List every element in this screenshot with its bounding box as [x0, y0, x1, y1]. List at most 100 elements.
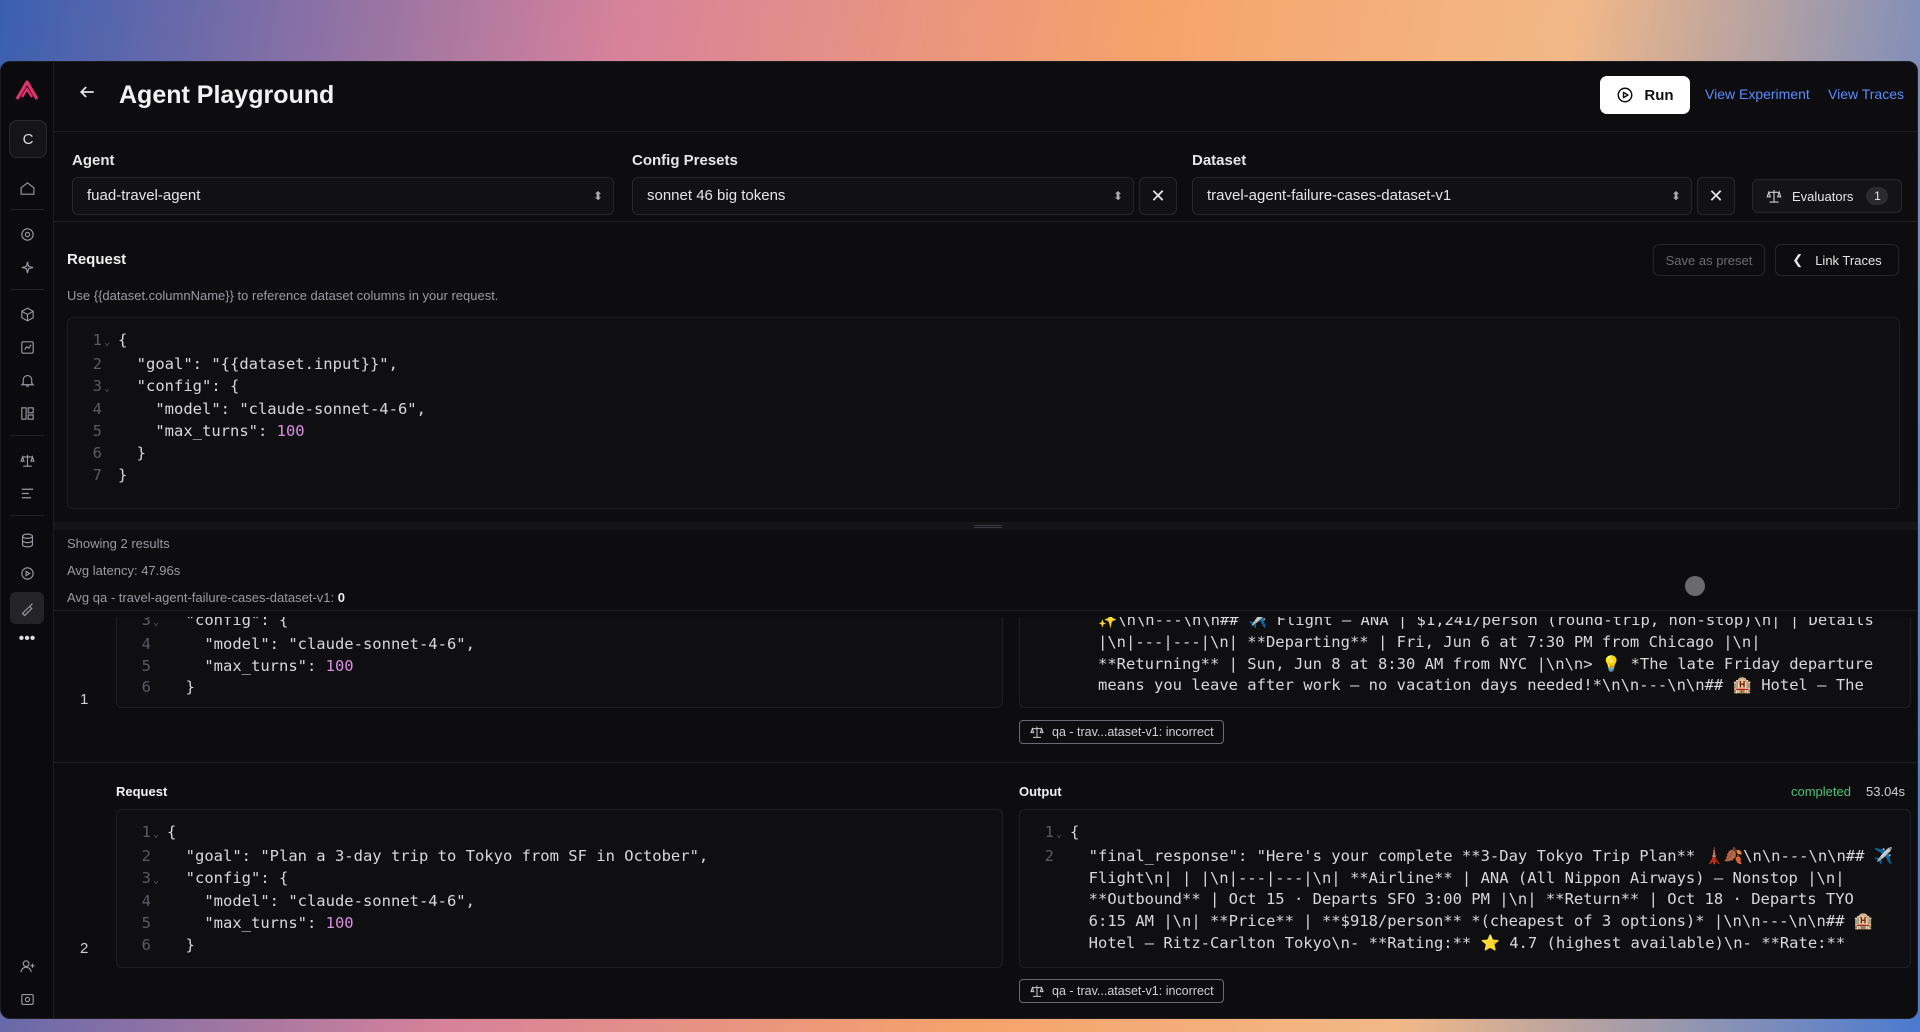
dataset-select[interactable]: travel-agent-failure-cases-dataset-v1 ⬍ [1192, 177, 1692, 215]
code-text: "max_turns": [118, 422, 277, 441]
scale-icon [1766, 190, 1782, 203]
code-line: 5 "max_turns": 100 [117, 656, 1002, 678]
results-count: Showing 2 results [67, 536, 170, 551]
output-line: 1 ⌄{ [1020, 822, 1910, 846]
code-text: "model": "claude-sonnet-4-6", [167, 634, 475, 653]
dashboard-icon[interactable] [15, 401, 39, 425]
code-text: } [167, 935, 195, 954]
observability-icon[interactable] [15, 222, 39, 246]
code-text: } [118, 443, 146, 462]
code-text: "model": "claude-sonnet-4-6", [118, 400, 426, 419]
request-editor[interactable]: 1 ⌄{2 "goal": "{{dataset.input}}", 3 ⌄ "con… [67, 317, 1900, 509]
code-line: 4 "model": "claude-sonnet-4-6", [117, 634, 1002, 656]
output-line: means you leave after work — no vacation… [1098, 676, 1864, 695]
clear-dataset-close-icon[interactable]: ✕ [1697, 177, 1735, 215]
agent-select[interactable]: fuad-travel-agent ⬍ [72, 177, 614, 215]
code-line: 3 ⌄ "config": { [68, 376, 1899, 400]
code-line: 1 ⌄{ [117, 822, 1002, 846]
avg-latency: Avg latency: 47.96s [67, 563, 181, 578]
code-line: 4 "model": "claude-sonnet-4-6", [117, 891, 1002, 913]
list-icon[interactable] [15, 481, 39, 505]
code-line: 7} [68, 465, 1899, 487]
row2-request-editor[interactable]: 1 ⌄{2 "goal": "Plan a 3-day trip to Tokyo… [116, 809, 1003, 968]
code-line: 2 "goal": "{{dataset.input}}", [68, 354, 1899, 376]
row1-request-editor[interactable]: 3 ⌄ "config": {4 "model": "claude-sonnet-… [116, 617, 1003, 708]
request-code: 1 ⌄{2 "goal": "{{dataset.input}}", 3 ⌄ "con… [68, 318, 1899, 487]
output-line: 2 "final_response": "Here's your complet… [1020, 846, 1910, 868]
cube-icon[interactable] [15, 302, 39, 326]
output-line: |\n|---|---|\n| **Departing** | Fri, Jun… [1098, 632, 1761, 651]
bell-icon[interactable] [15, 368, 39, 392]
request-hint: Use {{dataset.columnName}} to reference … [67, 288, 499, 303]
main-panel: Agent Playground Run View Experiment Vie… [54, 62, 1917, 1018]
code-text: "config": { [167, 617, 289, 629]
more-icon[interactable]: ••• [15, 627, 39, 651]
code-line: 6 } [117, 935, 1002, 957]
rail-divider [11, 435, 44, 436]
row2-request-code: 1 ⌄{2 "goal": "Plan a 3-day trip to Tokyo… [117, 810, 1002, 957]
settings-icon[interactable] [15, 987, 39, 1011]
output-text: { [1070, 823, 1080, 841]
run-button[interactable]: Run [1600, 76, 1690, 114]
request-section: Request Save as preset ❮ Link Traces Use… [54, 222, 1917, 522]
row1-qa-badge[interactable]: qa - trav...ataset-v1: incorrect [1019, 720, 1224, 744]
code-number: 100 [325, 656, 354, 675]
page-header: Agent Playground Run View Experiment Vie… [54, 62, 1917, 132]
fold-chevron-icon[interactable]: ⌄ [153, 617, 167, 634]
chart-icon[interactable] [15, 335, 39, 359]
fold-chevron-icon[interactable]: ⌄ [104, 332, 118, 354]
code-line: 5 "max_turns": 100 [68, 421, 1899, 443]
code-line: 3 ⌄ "config": { [117, 868, 1002, 892]
home-icon[interactable] [15, 176, 39, 200]
add-user-icon[interactable] [15, 954, 39, 978]
row2-output[interactable]: 1 ⌄{2 "final_response": "Here's your comp… [1019, 809, 1911, 968]
results-list: 1 3 ⌄ "config": {4 "model": "claude-sonne… [54, 617, 1917, 1018]
link-traces-button[interactable]: ❮ Link Traces [1775, 244, 1899, 276]
preset-select[interactable]: sonnet 46 big tokens ⬍ [632, 177, 1134, 215]
line-number: 6 [92, 443, 102, 462]
resize-handle[interactable] [974, 525, 1002, 528]
request-title: Request [67, 251, 127, 268]
dataset-label: Dataset [1192, 152, 1247, 169]
line-number: 4 [141, 892, 151, 911]
row2-qa-badge[interactable]: qa - trav...ataset-v1: incorrect [1019, 979, 1224, 1003]
evaluators-button[interactable]: Evaluators 1 [1752, 179, 1902, 213]
line-number: 3 [141, 868, 151, 887]
logo-icon[interactable] [14, 78, 40, 104]
agent-label: Agent [72, 152, 115, 169]
output-text: "final_response": "Here's your complete … [1070, 846, 1894, 865]
row2-latency: 53.04s [1866, 784, 1906, 799]
fold-chevron-icon[interactable]: ⌄ [104, 378, 118, 400]
row2-output-label: Output [1019, 784, 1062, 799]
fold-chevron-icon[interactable]: ⌄ [153, 824, 167, 846]
row1-output[interactable]: ✨\n\n---\n\n## ✈️ Flight — ANA | $1,241/… [1019, 617, 1911, 708]
row-divider [54, 610, 1917, 611]
line-number: 5 [141, 656, 151, 675]
view-traces-link[interactable]: View Traces [1828, 86, 1904, 102]
org-switcher[interactable]: C [9, 120, 47, 158]
back-arrow-icon[interactable] [77, 82, 103, 108]
updown-chevron-icon: ⬍ [1112, 189, 1123, 203]
rail-divider [11, 515, 44, 516]
database-icon[interactable] [15, 528, 39, 552]
row1-request-code: 3 ⌄ "config": {4 "model": "claude-sonnet-… [117, 617, 1002, 699]
row-index: 2 [80, 940, 89, 957]
playground-icon[interactable] [10, 592, 44, 624]
output-line: Flight\n| | |\n|---|---|\n| **Airline** … [1020, 868, 1910, 890]
line-number: 2 [141, 846, 151, 865]
line-number: 4 [92, 400, 102, 419]
output-text: Flight\n| | |\n|---|---|\n| **Airline** … [1070, 868, 1845, 887]
play-circle-icon[interactable] [15, 561, 39, 585]
line-number: 1 [92, 331, 102, 349]
save-as-preset-button[interactable]: Save as preset [1653, 244, 1765, 276]
scale-icon[interactable] [15, 448, 39, 472]
view-experiment-link[interactable]: View Experiment [1705, 86, 1810, 102]
sparkle-icon[interactable] [15, 255, 39, 279]
org-initial: C [22, 130, 34, 148]
fold-chevron-icon[interactable]: ⌄ [1056, 824, 1070, 846]
fold-chevron-icon[interactable]: ⌄ [153, 870, 167, 892]
evaluators-label: Evaluators [1792, 188, 1854, 204]
clear-preset-close-icon[interactable]: ✕ [1139, 177, 1177, 215]
updown-chevron-icon: ⬍ [1670, 189, 1681, 203]
code-text: "goal": "Plan a 3-day trip to Tokyo from… [167, 846, 709, 865]
